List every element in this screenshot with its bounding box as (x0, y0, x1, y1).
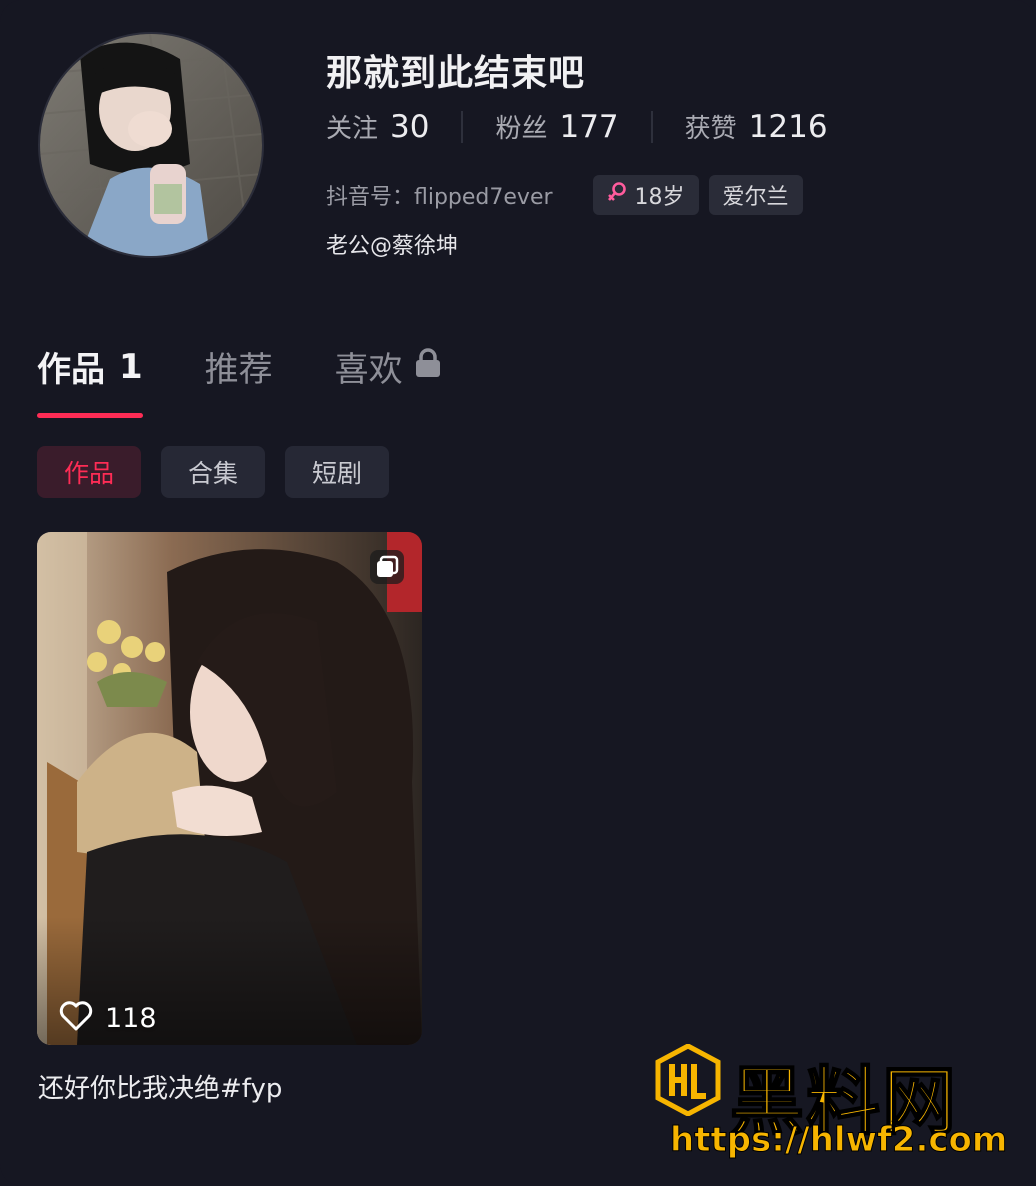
tab-likes-label: 喜欢 (334, 350, 403, 390)
following-stat[interactable]: 关注 30 (326, 108, 429, 145)
profile-page: 那就到此结束吧 关注 30 粉丝 177 获赞 1216 抖音号：flipped… (0, 0, 1036, 1186)
avatar-image (40, 34, 262, 256)
video-likes-count: 118 (105, 1002, 157, 1034)
likes-received-count: 1216 (748, 109, 828, 145)
chip-collections[interactable]: 合集 (161, 446, 265, 498)
watermark-url: https://hlwf2.com (669, 1120, 1008, 1161)
username: 那就到此结束吧 (326, 53, 586, 94)
multi-image-icon (370, 550, 404, 588)
lock-icon (415, 347, 441, 387)
followers-stat[interactable]: 粉丝 177 (495, 108, 618, 145)
video-caption[interactable]: 还好你比我决绝#fyp (38, 1068, 282, 1105)
tab-works-count: 1 (119, 346, 143, 387)
chip-short-dramas[interactable]: 短剧 (285, 446, 389, 498)
active-tab-indicator (37, 413, 143, 418)
age-tag: 18岁 (592, 175, 699, 215)
video-card[interactable]: 118 (37, 532, 422, 1045)
stat-divider (650, 110, 653, 143)
watermark: 黑料网 https://hlwf2.com (650, 1040, 1010, 1170)
chip-works[interactable]: 作品 (37, 446, 141, 498)
profile-meta: 抖音号：flipped7ever 18岁 爱尔兰 (326, 175, 813, 215)
following-count: 30 (390, 109, 430, 145)
likes-received-stat[interactable]: 获赞 1216 (685, 108, 828, 145)
stats-row: 关注 30 粉丝 177 获赞 1216 (326, 108, 828, 145)
stat-divider (461, 110, 464, 143)
followers-label: 粉丝 (495, 114, 548, 144)
likes-received-label: 获赞 (684, 114, 737, 144)
video-likes: 118 (59, 1001, 157, 1035)
tab-recommend-label: 推荐 (204, 350, 273, 390)
followers-count: 177 (559, 109, 619, 145)
profile-tabs: 作品 1 推荐 喜欢 (37, 342, 503, 391)
female-icon (607, 181, 627, 209)
age-label: 18岁 (634, 185, 685, 210)
heart-icon (59, 1001, 93, 1035)
location-tag: 爱尔兰 (708, 175, 803, 215)
douyin-id: 抖音号：flipped7ever (326, 185, 553, 210)
following-label: 关注 (326, 114, 379, 144)
tab-works-label: 作品 (37, 350, 105, 390)
video-thumbnail (37, 532, 422, 1045)
tab-recommend[interactable]: 推荐 (205, 342, 273, 391)
location-label: 爱尔兰 (722, 185, 789, 210)
avatar[interactable] (38, 32, 264, 258)
watermark-logo-icon (655, 1044, 721, 1116)
tab-likes[interactable]: 喜欢 (335, 342, 441, 391)
bio: 老公@蔡徐坤 (326, 234, 459, 259)
tab-works[interactable]: 作品 1 (37, 342, 143, 391)
sub-filter-chips: 作品 合集 短剧 (37, 446, 409, 498)
